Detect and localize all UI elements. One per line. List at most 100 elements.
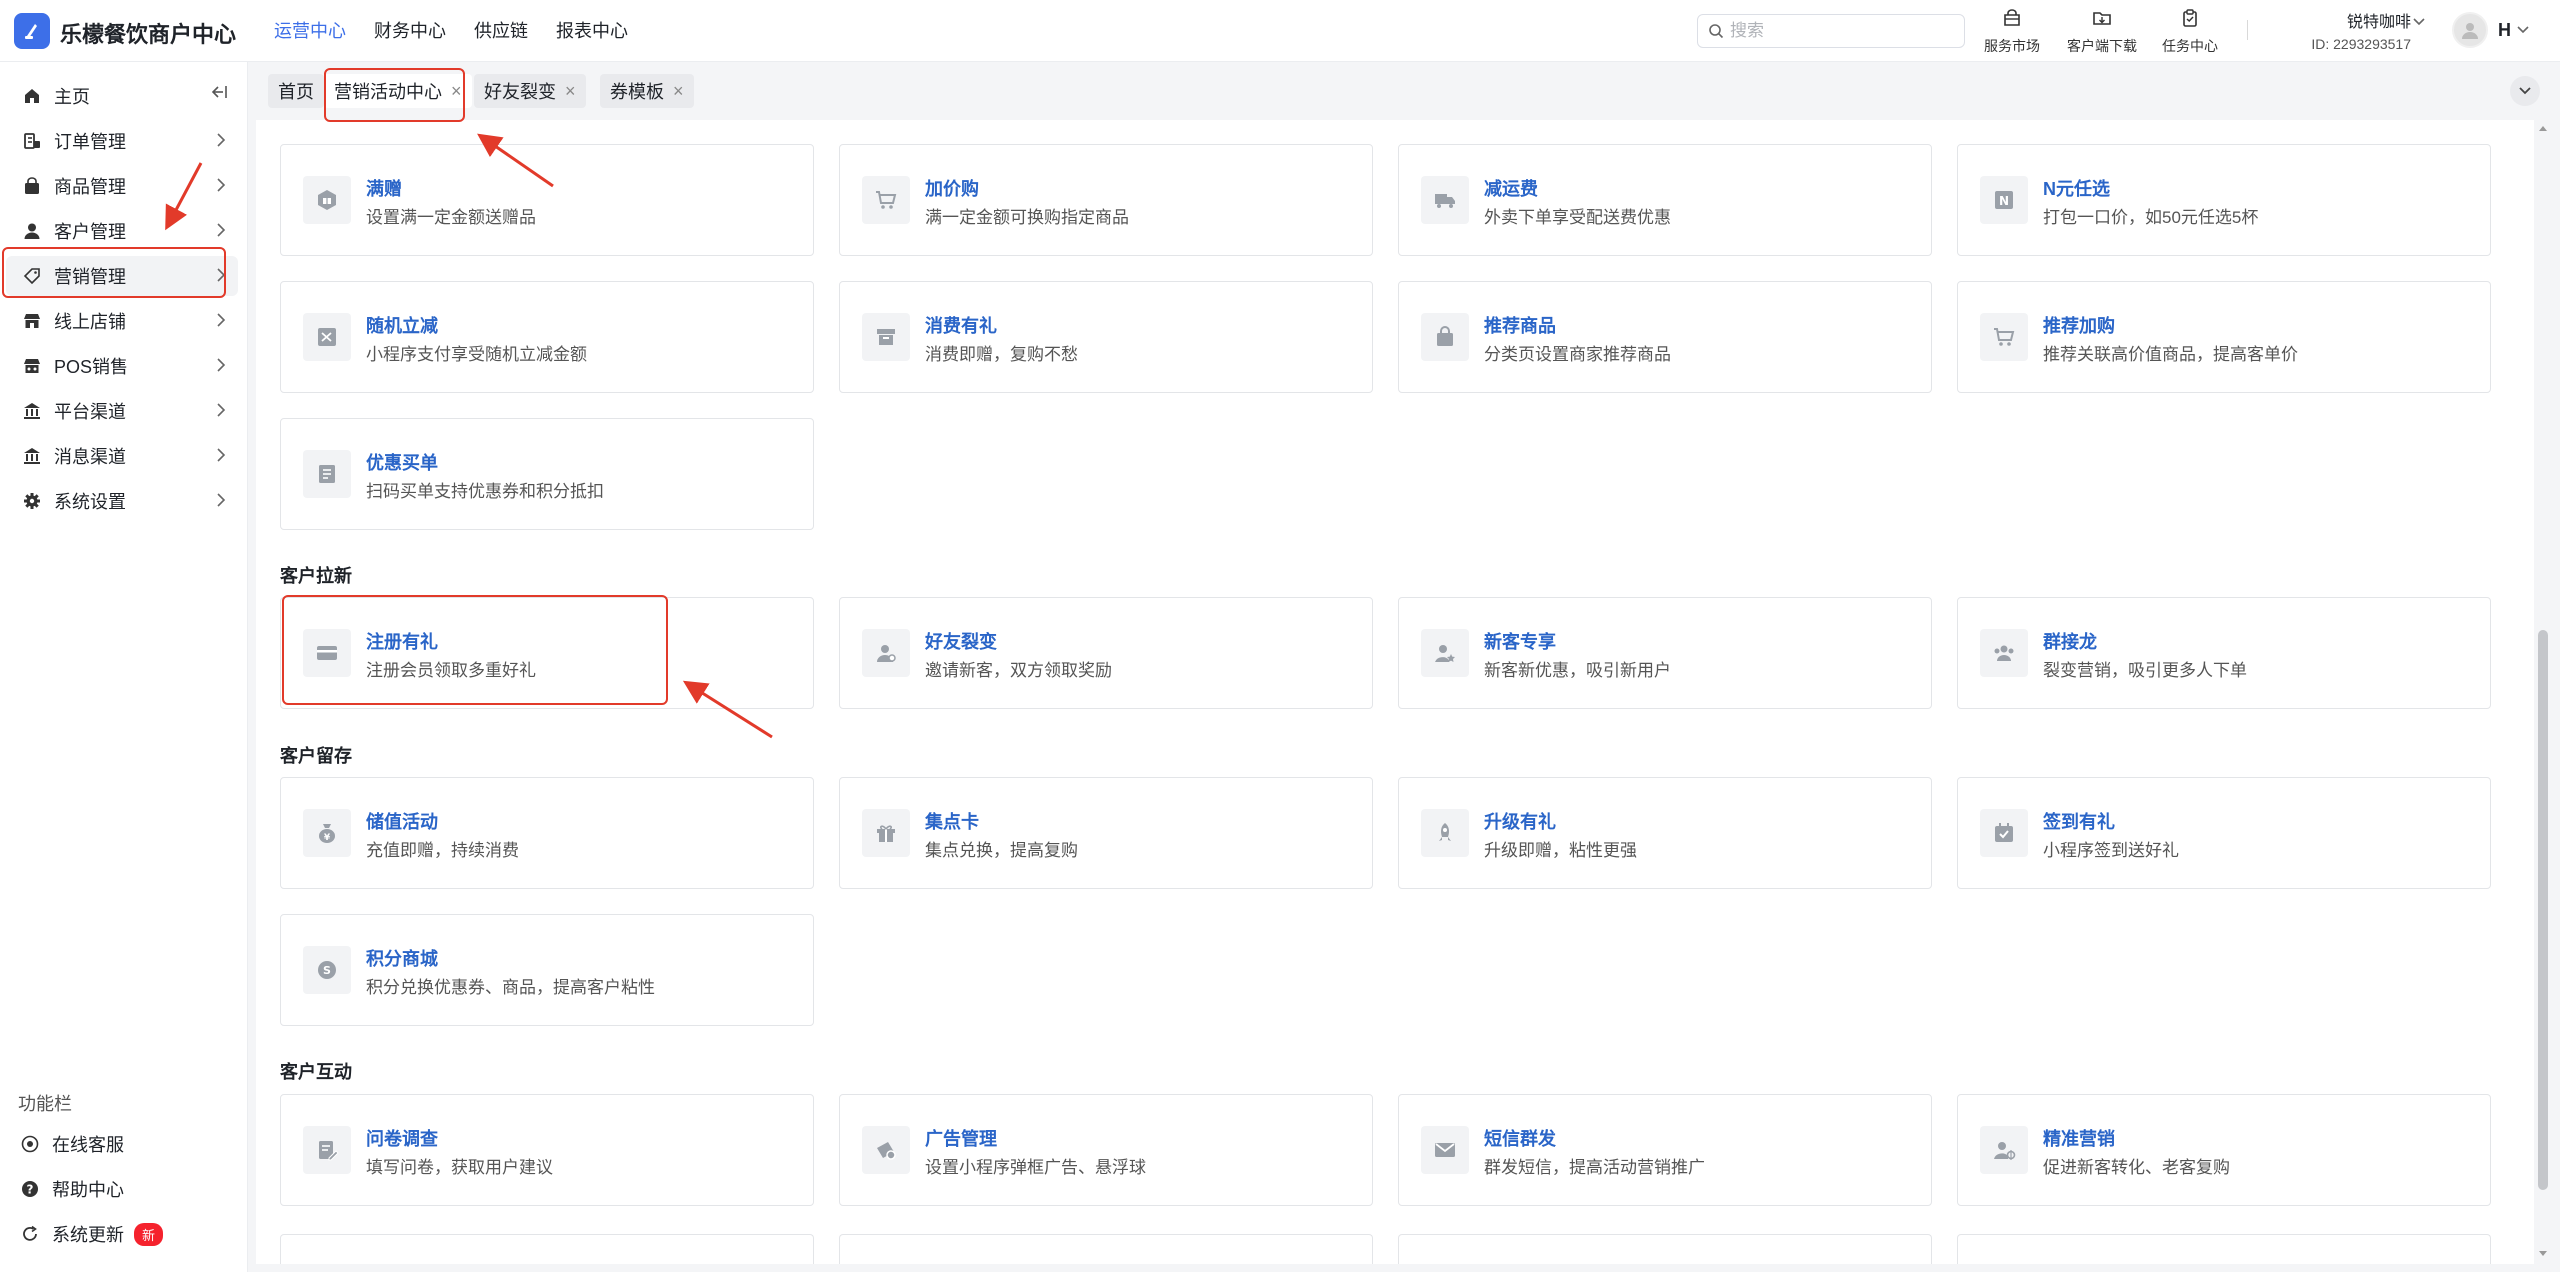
tab-coupon-template[interactable]: 券模板 × (600, 74, 694, 108)
sidebar-item-orders[interactable]: 订单管理 (6, 121, 238, 161)
tool-task-center[interactable]: 任务中心 (2150, 8, 2230, 56)
card-ad-management[interactable]: 广告管理 设置小程序弹框广告、悬浮球 (839, 1094, 1373, 1206)
card-title: 签到有礼 (2043, 812, 2115, 832)
sidebar-item-label: 系统更新 (52, 1225, 124, 1245)
card-check-in-reward[interactable]: 签到有礼 小程序签到送好礼 (1957, 777, 2491, 889)
sidebar-item-marketing[interactable]: 营销管理 (6, 256, 238, 296)
top-header: 乐檬餐饮商户中心 运营中心 财务中心 供应链 报表中心 服务市场 客户端下载 任… (0, 0, 2560, 62)
sidebar-item-products[interactable]: 商品管理 (6, 166, 238, 206)
gift-box-icon (877, 825, 895, 842)
shopping-bag-icon (1437, 326, 1453, 346)
avatar (2452, 12, 2488, 48)
func-item-system-update[interactable]: 系统更新 新 (4, 1214, 236, 1254)
card-new-customer-exclusive[interactable]: 新客专享 新客新优惠，吸引新用户 (1398, 597, 1932, 709)
func-item-help-center[interactable]: ? 帮助中心 (4, 1169, 236, 1209)
user-icon (24, 223, 40, 239)
gear-icon (24, 493, 40, 509)
refresh-icon (23, 1225, 37, 1241)
scroll-down-icon[interactable] (2538, 1250, 2548, 1258)
card-register-reward[interactable]: 注册有礼 注册会员领取多重好礼 (280, 597, 814, 709)
chevron-right-icon (217, 403, 226, 417)
card-spend-reward[interactable]: 消费有礼 消费即赠，复购不愁 (839, 281, 1373, 393)
help-icon: ? (22, 1181, 38, 1197)
tab-friend-referral[interactable]: 好友裂变 × (474, 74, 586, 108)
store-switcher[interactable]: 锐特咖啡 ID: 2293293517 (2275, 8, 2425, 52)
card-title: 推荐商品 (1484, 316, 1556, 336)
card-desc: 推荐关联高价值商品，提高客单价 (2043, 345, 2298, 364)
tool-label: 服务市场 (1984, 38, 2040, 54)
card-add-on-purchase[interactable]: 加价购 满一定金额可换购指定商品 (839, 144, 1373, 256)
scrollbar-thumb[interactable] (2538, 630, 2548, 1190)
card-partial[interactable] (1398, 1234, 1932, 1264)
sidebar-item-label: 帮助中心 (52, 1180, 124, 1200)
svg-text:N: N (1999, 194, 2009, 208)
chevron-right-icon (217, 133, 226, 147)
card-friend-referral[interactable]: 好友裂变 邀请新客，双方领取奖励 (839, 597, 1373, 709)
card-title: 随机立减 (366, 316, 438, 336)
sidebar-item-label: 商品管理 (54, 177, 126, 197)
sidebar-item-online-store[interactable]: 线上店铺 (6, 301, 238, 341)
card-group-chain[interactable]: 群接龙 裂变营销，吸引更多人下单 (1957, 597, 2491, 709)
card-points-mall[interactable]: S 积分商城 积分兑换优惠券、商品，提高客户粘性 (280, 914, 814, 1026)
card-desc: 填写问卷，获取用户建议 (366, 1158, 553, 1177)
home-icon (25, 89, 39, 103)
card-title: 新客专享 (1484, 632, 1556, 652)
card-shipping-discount[interactable]: 减运费 外卖下单享受配送费优惠 (1398, 144, 1932, 256)
tab-more-button[interactable] (2510, 76, 2540, 106)
card-discount-checkout[interactable]: 优惠买单 扫码买单支持优惠券和积分抵扣 (280, 418, 814, 530)
top-nav-reports[interactable]: 报表中心 (556, 0, 628, 62)
close-icon[interactable]: × (451, 81, 462, 102)
headset-icon (21, 1135, 39, 1153)
card-desc: 打包一口价，如50元任选5杯 (2043, 208, 2259, 227)
card-survey[interactable]: 问卷调查 填写问卷，获取用户建议 (280, 1094, 814, 1206)
tool-label: 任务中心 (2162, 38, 2218, 54)
card-desc: 裂变营销，吸引更多人下单 (2043, 661, 2247, 680)
tab-marketing-center[interactable]: 营销活动中心 × (324, 74, 472, 108)
tag-icon (23, 268, 40, 285)
card-random-discount[interactable]: 随机立减 小程序支付享受随机立减金额 (280, 281, 814, 393)
close-icon[interactable]: × (673, 81, 684, 102)
content-scrollbar[interactable] (2534, 120, 2552, 1264)
order-icon (24, 133, 40, 149)
tab-home[interactable]: 首页 (268, 74, 324, 108)
card-desc: 集点兑换，提高复购 (925, 841, 1078, 860)
tool-service-market[interactable]: 服务市场 (1972, 8, 2052, 56)
card-stored-value[interactable]: ¥ 储值活动 充值即赠，持续消费 (280, 777, 814, 889)
card-n-yuan-pick[interactable]: N N元任选 打包一口价，如50元任选5杯 (1957, 144, 2491, 256)
sidebar-item-pos[interactable]: POS销售 (6, 346, 238, 386)
card-sms-broadcast[interactable]: 短信群发 群发短信，提高活动营销推广 (1398, 1094, 1932, 1206)
tool-client-download[interactable]: 客户端下载 (2062, 8, 2142, 56)
sidebar-item-label: 主页 (54, 87, 90, 107)
card-recommended-add-on[interactable]: 推荐加购 推荐关联高价值商品，提高客单价 (1957, 281, 2491, 393)
card-desc: 设置小程序弹框广告、悬浮球 (925, 1158, 1146, 1177)
card-partial[interactable] (839, 1234, 1373, 1264)
card-gift-with-purchase[interactable]: 满赠 设置满一定金额送赠品 (280, 144, 814, 256)
user-initial: H (2498, 19, 2511, 40)
top-nav-supply-chain[interactable]: 供应链 (474, 0, 528, 62)
card-title: 短信群发 (1484, 1129, 1556, 1149)
shop-icon (2004, 9, 2020, 26)
money-bag-icon: ¥ (319, 824, 335, 843)
search-input[interactable] (1730, 21, 1950, 41)
func-item-online-support[interactable]: 在线客服 (4, 1124, 236, 1164)
card-recommended-products[interactable]: 推荐商品 分类页设置商家推荐商品 (1398, 281, 1932, 393)
card-partial[interactable] (280, 1234, 814, 1264)
card-upgrade-reward[interactable]: 升级有礼 升级即赠，粘性更强 (1398, 777, 1932, 889)
sidebar-item-customers[interactable]: 客户管理 (6, 211, 238, 251)
card-partial[interactable] (1957, 1234, 2491, 1264)
sidebar-item-message-channels[interactable]: 消息渠道 (6, 436, 238, 476)
sidebar-item-platform-channels[interactable]: 平台渠道 (6, 391, 238, 431)
scroll-up-icon[interactable] (2538, 124, 2548, 132)
user-menu[interactable]: H (2452, 12, 2529, 48)
top-nav-operations[interactable]: 运营中心 (274, 0, 346, 62)
card-title: N元任选 (2043, 179, 2110, 199)
coin-icon: S (318, 961, 336, 979)
card-stamp-card[interactable]: 集点卡 集点兑换，提高复购 (839, 777, 1373, 889)
sidebar-item-settings[interactable]: 系统设置 (6, 481, 238, 521)
search-box[interactable] (1697, 14, 1965, 48)
top-nav-finance[interactable]: 财务中心 (374, 0, 446, 62)
sidebar-item-home[interactable]: 主页 (6, 76, 238, 116)
card-precision-marketing[interactable]: 精准营销 促进新客转化、老客复购 (1957, 1094, 2491, 1206)
close-icon[interactable]: × (565, 81, 576, 102)
app-logo-icon[interactable] (14, 13, 50, 49)
